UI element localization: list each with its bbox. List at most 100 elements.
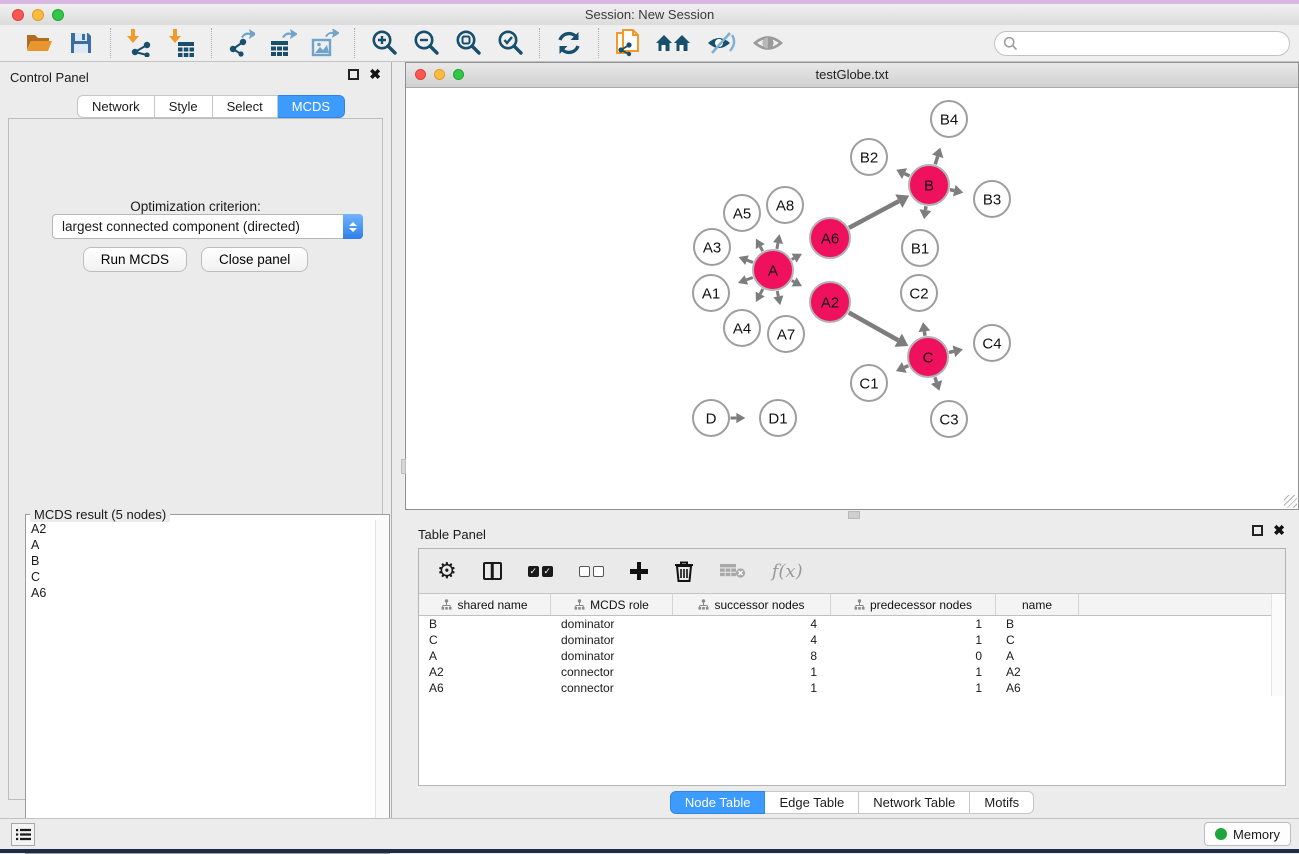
graph-node-A5[interactable]: A5	[724, 195, 760, 231]
mcds-result-item[interactable]: C	[27, 569, 374, 585]
table-row-A2[interactable]: A2connector11A2	[419, 664, 1285, 680]
table-settings-icon[interactable]: ⚙	[437, 560, 457, 582]
column-header-name[interactable]: name	[996, 594, 1079, 615]
copy-network-icon[interactable]	[613, 28, 643, 58]
table-cell[interactable]: dominator	[551, 616, 673, 632]
column-header-successor-nodes[interactable]: successor nodes	[673, 594, 831, 615]
graph-edge-B-B1[interactable]	[925, 206, 926, 210]
graph-node-A3[interactable]: A3	[694, 229, 730, 265]
table-row-A6[interactable]: A6connector11A6	[419, 680, 1285, 696]
graph-edge-A-A3[interactable]	[747, 260, 753, 262]
delete-column-icon[interactable]	[674, 560, 694, 582]
horizontal-scroll-thumb[interactable]	[848, 511, 860, 519]
memory-button[interactable]: Memory	[1204, 822, 1291, 846]
table-cell[interactable]: 1	[831, 632, 996, 648]
graph-edge-C-C4[interactable]	[949, 351, 954, 352]
graph-edge-B-B4[interactable]	[935, 156, 937, 164]
graph-node-B[interactable]: B	[909, 165, 949, 205]
network-window-titlebar[interactable]: testGlobe.txt	[406, 63, 1298, 88]
table-cell[interactable]: A	[996, 648, 1079, 664]
graph-node-A8[interactable]: A8	[767, 187, 803, 223]
graph-edge-A2-C[interactable]	[849, 313, 898, 341]
graph-edge-A6-B[interactable]	[849, 201, 899, 228]
mcds-result-item[interactable]: B	[27, 553, 374, 569]
export-image-icon[interactable]	[310, 28, 340, 58]
table-cell[interactable]: 8	[673, 648, 831, 664]
close-table-panel-icon[interactable]: ✖	[1273, 525, 1285, 536]
graph-edge-A-A4[interactable]	[760, 289, 763, 294]
mcds-result-item[interactable]: A6	[27, 585, 374, 601]
tab-network[interactable]: Network	[77, 95, 155, 118]
task-history-icon[interactable]	[11, 823, 35, 846]
table-cell[interactable]: 1	[673, 680, 831, 696]
zoom-selected-icon[interactable]	[495, 28, 525, 58]
graph-node-C3[interactable]: C3	[931, 401, 967, 437]
import-table-icon[interactable]	[167, 28, 197, 58]
table-cell[interactable]: 1	[831, 664, 996, 680]
table-cell[interactable]: 4	[673, 632, 831, 648]
graph-node-C1[interactable]: C1	[851, 365, 887, 401]
table-row-C[interactable]: Cdominator41C	[419, 632, 1285, 648]
show-columns-icon[interactable]	[483, 562, 502, 580]
graph-edge-A-A7[interactable]	[777, 291, 778, 296]
criterion-dropdown[interactable]: largest connected component (directed)	[52, 214, 363, 239]
column-header-shared-name[interactable]: shared name	[419, 594, 551, 615]
graph-node-C2[interactable]: C2	[901, 275, 937, 311]
table-cell[interactable]: 4	[673, 616, 831, 632]
column-header-MCDS-role[interactable]: MCDS role	[551, 594, 673, 615]
table-cell[interactable]: A2	[996, 664, 1079, 680]
graph-node-A6[interactable]: A6	[810, 218, 850, 258]
close-panel-icon[interactable]: ✖	[369, 69, 381, 80]
search-field[interactable]	[994, 31, 1290, 56]
home-icon[interactable]	[655, 28, 693, 58]
tab-node-table[interactable]: Node Table	[670, 791, 766, 814]
graph-edge-A-A1[interactable]	[746, 277, 752, 279]
table-cell[interactable]: 0	[831, 648, 996, 664]
run-mcds-button[interactable]: Run MCDS	[83, 247, 187, 272]
refresh-layout-icon[interactable]	[554, 28, 584, 58]
graph-node-D[interactable]: D	[693, 400, 729, 436]
table-cell[interactable]: A6	[996, 680, 1079, 696]
table-cell[interactable]: B	[996, 616, 1079, 632]
search-input[interactable]	[1018, 34, 1289, 54]
mcds-result-item[interactable]: A2	[27, 521, 374, 537]
graph-node-C4[interactable]: C4	[974, 325, 1010, 361]
column-header-predecessor-nodes[interactable]: predecessor nodes	[831, 594, 996, 615]
float-table-panel-icon[interactable]	[1252, 525, 1263, 536]
table-cell[interactable]: dominator	[551, 648, 673, 664]
unselect-all-columns-icon[interactable]	[579, 566, 604, 577]
graph-node-B3[interactable]: B3	[974, 181, 1010, 217]
float-panel-icon[interactable]	[348, 69, 359, 80]
table-cell[interactable]: connector	[551, 664, 673, 680]
graph-node-C[interactable]: C	[908, 337, 948, 377]
export-table-icon[interactable]	[268, 28, 298, 58]
tab-edge-table[interactable]: Edge Table	[765, 791, 859, 814]
open-session-icon[interactable]	[24, 28, 54, 58]
zoom-fit-icon[interactable]	[453, 28, 483, 58]
result-scrollbar[interactable]	[375, 520, 389, 853]
tab-style[interactable]: Style	[155, 95, 213, 118]
table-cell[interactable]: 1	[673, 664, 831, 680]
import-network-icon[interactable]	[125, 28, 155, 58]
table-row-A[interactable]: Adominator80A	[419, 648, 1285, 664]
graph-edge-C-C1[interactable]	[904, 366, 908, 368]
zoom-out-icon[interactable]	[411, 28, 441, 58]
table-scrollbar[interactable]	[1271, 594, 1285, 696]
table-cell[interactable]: A	[419, 648, 551, 664]
export-network-icon[interactable]	[226, 28, 256, 58]
save-session-icon[interactable]	[66, 28, 96, 58]
graph-edge-B-B3[interactable]	[950, 190, 954, 191]
graph-edge-B-B2[interactable]	[905, 174, 910, 176]
table-cell[interactable]: 1	[831, 680, 996, 696]
tab-motifs[interactable]: Motifs	[970, 791, 1034, 814]
table-cell[interactable]: A2	[419, 664, 551, 680]
vertical-scroll-thumb[interactable]	[401, 459, 406, 474]
table-cell[interactable]: C	[996, 632, 1079, 648]
graph-node-A1[interactable]: A1	[693, 275, 729, 311]
graph-node-A7[interactable]: A7	[768, 316, 804, 352]
graph-node-A[interactable]: A	[753, 250, 793, 290]
table-cell[interactable]: A6	[419, 680, 551, 696]
tab-mcds[interactable]: MCDS	[278, 95, 345, 118]
graph-edge-A-A8[interactable]	[777, 243, 778, 249]
resize-grip-icon[interactable]	[1284, 495, 1297, 508]
